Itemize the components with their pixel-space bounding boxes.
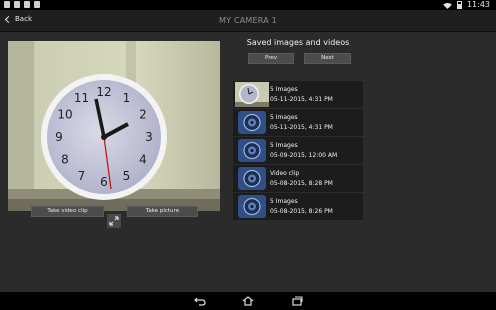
battery-icon: [456, 1, 462, 9]
status-right: 11:43: [443, 0, 490, 10]
navigation-bar: [0, 292, 496, 310]
item-title: 5 Images: [270, 114, 298, 121]
saved-media-list: 5 Images 05-11-2015, 4:31 PM 5 Images 05…: [233, 81, 363, 221]
item-date: 05-09-2015, 12:00 AM: [270, 152, 338, 159]
item-date: 05-08-2015, 8:28 PM: [270, 180, 333, 187]
status-bar: 11:43: [0, 0, 496, 10]
clock-numeral: 1: [123, 91, 131, 105]
item-date: 05-08-2015, 8:26 PM: [270, 208, 333, 215]
status-time: 11:43: [466, 0, 490, 9]
item-title: 5 Images: [270, 198, 298, 205]
clock-numeral: 8: [61, 153, 69, 167]
clock-numeral: 9: [55, 130, 63, 144]
recent-apps-icon[interactable]: [291, 296, 303, 306]
action-bar: Back MY CAMERA 1: [0, 10, 496, 32]
list-item[interactable]: 5 Images 05-09-2015, 12:00 AM: [233, 137, 363, 165]
clock-numeral: 5: [123, 169, 131, 183]
camera-icon: [238, 111, 266, 134]
prev-button[interactable]: Prev: [248, 53, 294, 64]
fullscreen-button[interactable]: [107, 214, 121, 228]
camera-icon: [238, 167, 266, 190]
item-date: 05-11-2015, 4:31 PM: [270, 124, 333, 131]
camera-icon: [238, 195, 266, 218]
take-picture-button[interactable]: Take picture: [127, 206, 198, 217]
app-window: Back MY CAMERA 1 12 1 2 3 4 5 6 7 8 9 10…: [0, 10, 496, 292]
notification-icon: [14, 1, 20, 8]
fullscreen-icon: [109, 216, 119, 226]
camera-preview: 12 1 2 3 4 5 6 7 8 9 10 11: [8, 41, 220, 211]
next-button[interactable]: Next: [304, 53, 351, 64]
list-item[interactable]: 5 Images 05-08-2015, 8:26 PM: [233, 193, 363, 221]
photo-thumbnail: [235, 82, 269, 107]
notification-icon: [4, 1, 10, 8]
clock-numeral: 10: [57, 108, 72, 122]
list-item[interactable]: 5 Images 05-11-2015, 4:31 PM: [233, 81, 363, 109]
back-nav-icon[interactable]: [194, 296, 206, 306]
notification-icons: [4, 1, 40, 8]
take-video-clip-button[interactable]: Take video clip: [31, 206, 104, 217]
item-date: 05-11-2015, 4:31 PM: [270, 96, 333, 103]
clock-numeral: 4: [139, 153, 147, 167]
item-title: Video clip: [270, 170, 300, 177]
list-item[interactable]: Video clip 05-08-2015, 8:28 PM: [233, 165, 363, 193]
list-item[interactable]: 5 Images 05-11-2015, 4:31 PM: [233, 109, 363, 137]
clock-numeral: 6: [100, 175, 108, 189]
notification-icon: [34, 1, 40, 8]
camera-feed-image: 12 1234567891011: [8, 41, 220, 211]
clock-numeral: 2: [139, 108, 147, 122]
camera-icon: [238, 139, 266, 162]
item-title: 5 Images: [270, 142, 298, 149]
notification-icon: [24, 1, 30, 8]
item-title: 5 Images: [270, 86, 298, 93]
wifi-icon: [443, 2, 452, 9]
clock-numeral: 7: [78, 169, 86, 183]
clock-numeral: 11: [74, 91, 89, 105]
clock-numeral: 12: [96, 85, 111, 99]
wall-clock: 12 1234567891011: [41, 74, 167, 200]
saved-section-title: Saved images and videos: [246, 38, 350, 47]
page-title: MY CAMERA 1: [219, 16, 277, 25]
home-icon[interactable]: [242, 296, 254, 306]
clock-numeral: 3: [145, 130, 153, 144]
